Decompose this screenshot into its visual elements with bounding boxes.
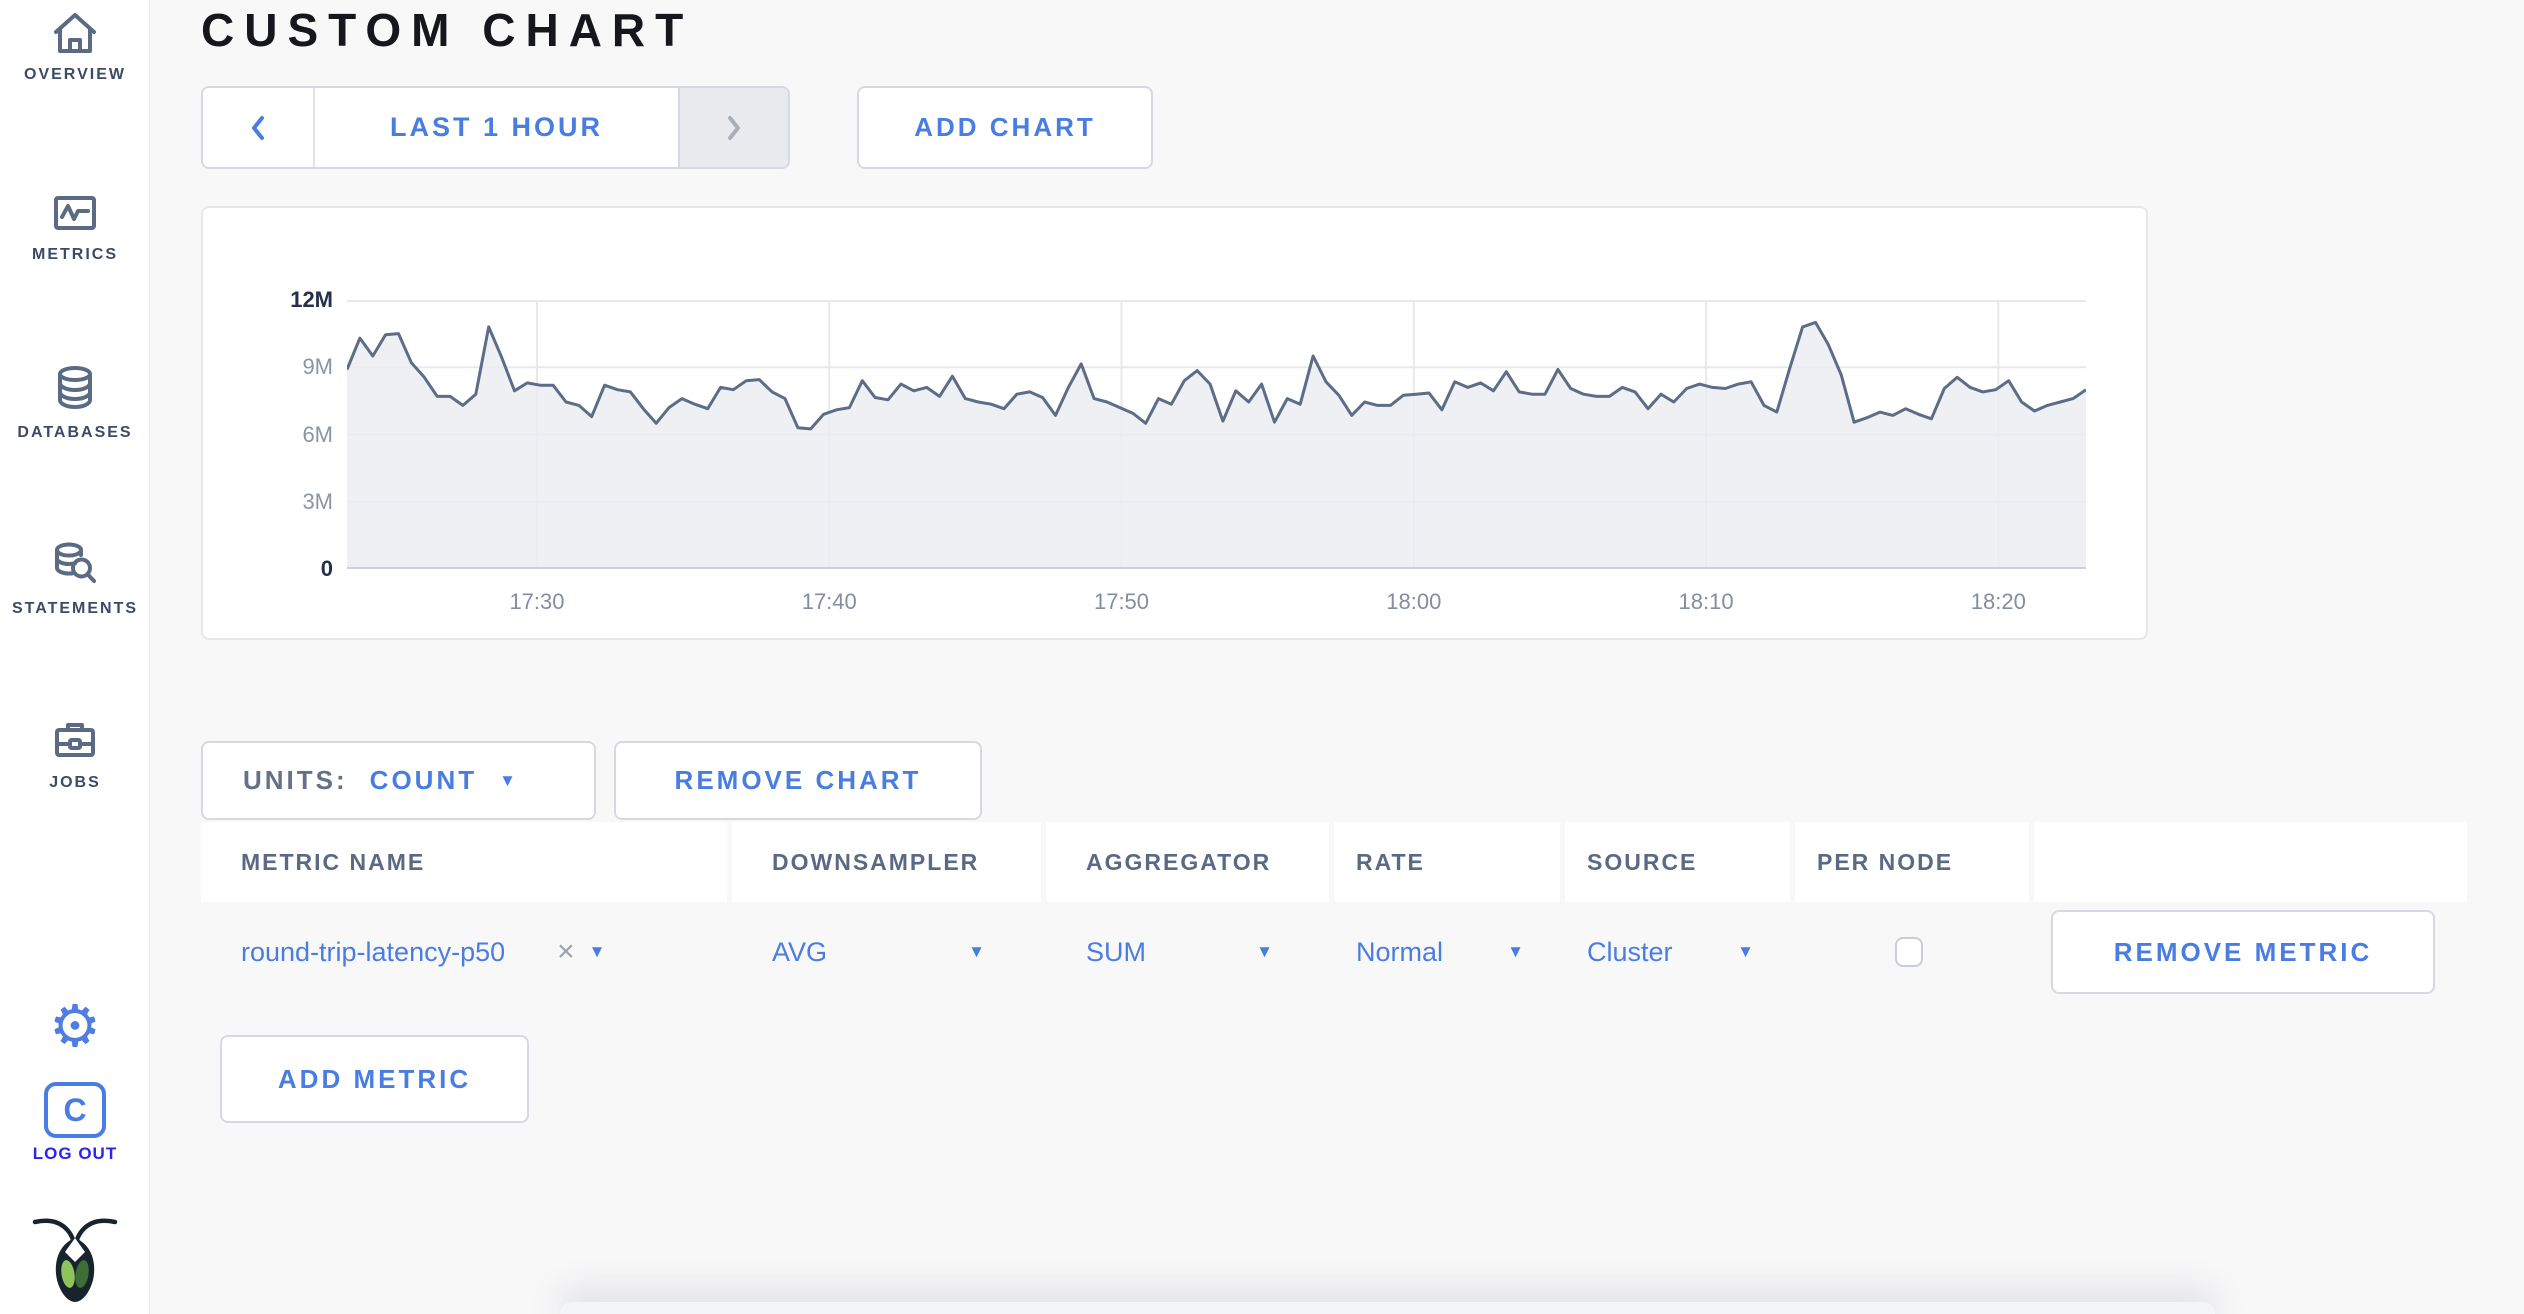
metric-name-cell: round-trip-latency-p50 × ▼ [201, 902, 727, 1002]
page-title: CUSTOM CHART [201, 4, 694, 56]
sidebar-item-label: STATEMENTS [11, 600, 139, 617]
actions-cell: REMOVE METRIC [2034, 902, 2467, 1002]
y-tick-label: 9M [302, 354, 333, 380]
metric-name-dropdown[interactable]: round-trip-latency-p50 [241, 937, 505, 968]
chevron-down-icon: ▼ [1737, 942, 1754, 961]
units-label: UNITS: [243, 765, 348, 795]
time-range-next-button[interactable] [678, 88, 788, 167]
gear-icon: ⚙ [49, 994, 101, 1059]
x-tick-label: 17:30 [509, 589, 565, 614]
sidebar-item-jobs[interactable]: JOBS [0, 718, 150, 792]
chevron-down-icon: ▼ [1507, 942, 1524, 961]
briefcase-icon [55, 723, 95, 757]
y-tick-label: 6M [302, 421, 333, 447]
units-dropdown[interactable]: UNITS: COUNT ▼ [201, 741, 596, 820]
units-value: COUNT [369, 765, 478, 795]
y-tick-label: 12M [290, 287, 333, 312]
chart-controls: UNITS: COUNT ▼ REMOVE CHART [201, 741, 2524, 820]
sidebar-item-label: JOBS [49, 774, 101, 791]
column-header-actions [2034, 822, 2467, 902]
rate-dropdown[interactable]: Normal ▼ [1334, 902, 1560, 1002]
clear-metric-icon[interactable]: × [557, 935, 575, 969]
metric-table-row: round-trip-latency-p50 × ▼ AVG ▼ SUM ▼ N… [201, 902, 2467, 1002]
sidebar-item-databases[interactable]: DATABASES [0, 364, 150, 442]
column-header-downsampler: DOWNSAMPLER [732, 822, 1041, 902]
column-header-aggregator: AGGREGATOR [1046, 822, 1329, 902]
remove-metric-button[interactable]: REMOVE METRIC [2051, 910, 2435, 994]
toolbar: LAST 1 HOUR ADD CHART [201, 86, 2524, 169]
downsampler-value: AVG [772, 936, 828, 967]
logo-letter: C [63, 1091, 87, 1128]
per-node-checkbox[interactable] [1895, 937, 1923, 967]
sidebar-item-label: DATABASES [17, 424, 133, 441]
sidebar-item-label: OVERVIEW [24, 66, 126, 83]
cockroach-logo [0, 1212, 150, 1307]
metrics-icon [54, 196, 96, 230]
chevron-down-icon[interactable]: ▼ [589, 942, 606, 962]
settings-button[interactable]: ⚙ [0, 998, 150, 1056]
x-tick-label: 18:00 [1386, 589, 1442, 614]
latency-chart-svg [347, 300, 2086, 569]
sidebar-item-metrics[interactable]: METRICS [0, 190, 150, 264]
chart-card: 0 3M 6M 9M 12M 17:30 17:40 17:50 18:00 18:10 18:2… [201, 206, 2148, 640]
remove-chart-button[interactable]: REMOVE CHART [614, 741, 982, 820]
chevron-down-icon: ▼ [968, 942, 985, 961]
statements-icon [55, 542, 96, 583]
sidebar-item-statements[interactable]: STATEMENTS [0, 540, 150, 618]
chevron-down-icon: ▼ [499, 770, 519, 790]
x-tick-label: 18:10 [1678, 589, 1734, 614]
sidebar-item-label: METRICS [32, 246, 118, 263]
time-range-selector: LAST 1 HOUR [201, 86, 790, 169]
column-header-per-node: PER NODE [1795, 822, 2029, 902]
chevron-down-icon: ▼ [1256, 942, 1273, 961]
aggregator-dropdown[interactable]: SUM ▼ [1046, 902, 1329, 1002]
main-content: CUSTOM CHART LAST 1 HOUR ADD CHART 0 3M 6M… [150, 0, 2524, 1314]
rate-value: Normal [1356, 936, 1444, 967]
metrics-table-header: METRIC NAME DOWNSAMPLER AGGREGATOR RATE … [201, 822, 2467, 902]
logout-label: LOG OUT [32, 1144, 118, 1163]
home-icon [54, 13, 96, 53]
cockroach-bug-icon [32, 1218, 118, 1302]
column-header-source: SOURCE [1565, 822, 1790, 902]
x-tick-label: 17:40 [801, 589, 857, 614]
per-node-cell [1795, 902, 2029, 1002]
y-tick-label: 3M [302, 488, 333, 514]
x-tick-label: 17:50 [1093, 589, 1150, 614]
time-range-label[interactable]: LAST 1 HOUR [315, 88, 678, 167]
source-value: Cluster [1587, 936, 1673, 967]
time-range-prev-button[interactable] [203, 88, 315, 167]
add-metric-button[interactable]: ADD METRIC [220, 1035, 529, 1123]
column-header-metric-name: METRIC NAME [201, 822, 727, 902]
next-card-top-edge [560, 1302, 2215, 1314]
column-header-rate: RATE [1334, 822, 1560, 902]
cockroach-c-icon: C [44, 1082, 106, 1138]
chart-plot[interactable] [347, 300, 2086, 569]
downsampler-dropdown[interactable]: AVG ▼ [732, 902, 1041, 1002]
logout-button[interactable]: C LOG OUT [0, 1082, 150, 1164]
y-tick-label: 0 [320, 556, 333, 581]
chevron-right-icon [728, 115, 740, 140]
add-chart-button[interactable]: ADD CHART [857, 86, 1153, 169]
aggregator-value: SUM [1086, 936, 1146, 967]
sidebar-item-overview[interactable]: OVERVIEW [0, 10, 150, 84]
x-tick-label: 18:20 [1970, 589, 2026, 614]
chevron-left-icon [252, 115, 264, 140]
source-dropdown[interactable]: Cluster ▼ [1565, 902, 1790, 1002]
sidebar: OVERVIEW METRICS DATABASES STATEMENTS JO… [0, 0, 150, 1314]
database-icon [58, 366, 92, 409]
